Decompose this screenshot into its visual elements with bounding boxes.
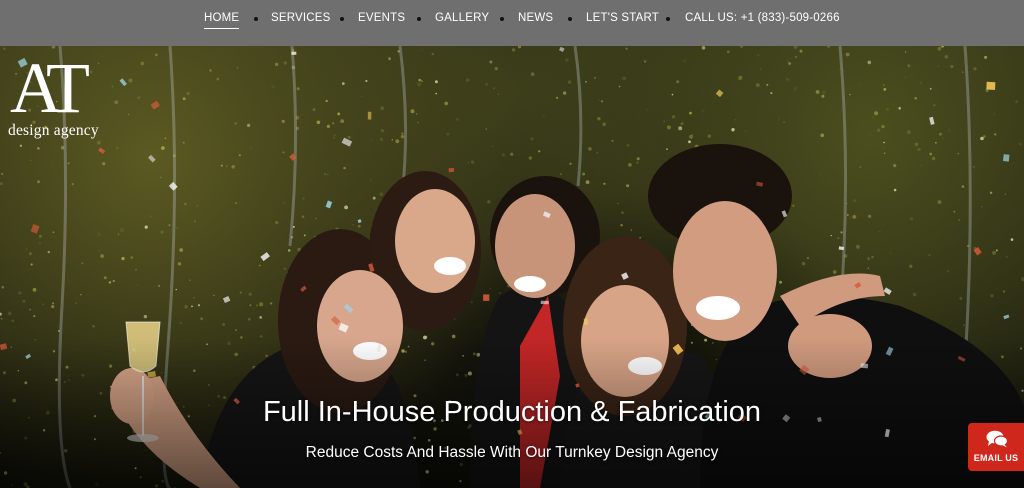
chat-bubbles-icon — [986, 430, 1008, 448]
email-us-button[interactable]: EMAIL US — [968, 423, 1024, 471]
hero-subheadline: Reduce Costs And Hassle With Our Turnkey… — [305, 444, 719, 461]
nav-separator-dot — [340, 17, 344, 21]
nav-separator-dot — [417, 17, 421, 21]
nav-events[interactable]: EVENTS — [358, 12, 405, 24]
nav-gallery[interactable]: GALLERY — [435, 12, 489, 24]
nav-news[interactable]: NEWS — [518, 12, 553, 24]
email-us-label: EMAIL US — [973, 453, 1019, 463]
nav-lets-start[interactable]: LET'S START — [586, 12, 659, 24]
nav-call-us[interactable]: CALL US: +1 (833)-509-0266 — [685, 12, 840, 24]
nav-separator-dot — [254, 17, 258, 21]
logo-subtitle: design agency — [8, 122, 99, 139]
brand-logo[interactable]: AT design agency — [8, 48, 99, 139]
nav-services[interactable]: SERVICES — [271, 12, 331, 24]
top-navigation: HOME SERVICES EVENTS GALLERY NEWS LET'S … — [0, 0, 1024, 46]
nav-separator-dot — [500, 17, 504, 21]
logo-mark: AT — [10, 48, 90, 128]
nav-home[interactable]: HOME — [204, 12, 240, 29]
nav-separator-dot — [568, 17, 572, 21]
nav-separator-dot — [666, 17, 670, 21]
hero-headline: Full In-House Production & Fabrication — [262, 396, 762, 428]
